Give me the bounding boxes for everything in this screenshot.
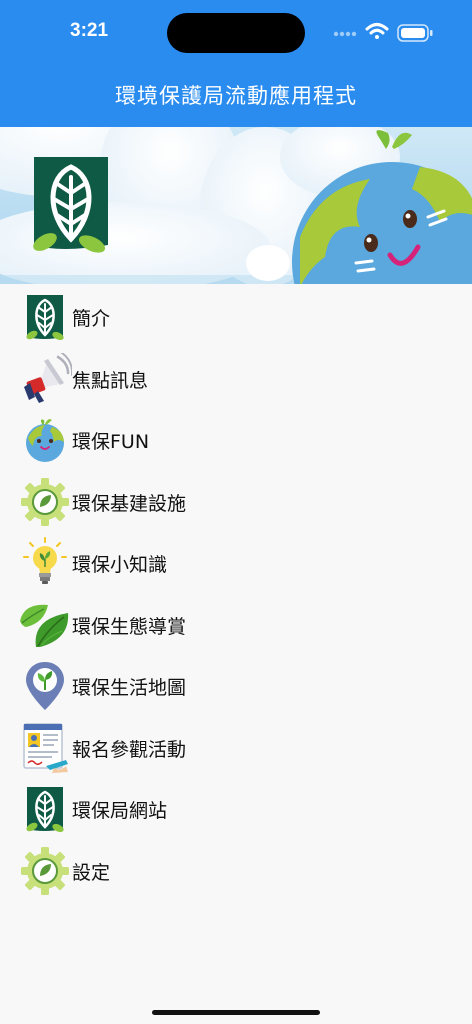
menu-item-label: 環保基建設施	[72, 492, 187, 515]
menu-item-intro[interactable]: 簡介	[0, 286, 472, 348]
menu-item-label: 環保生活地圖	[72, 677, 187, 699]
menu-item-fun[interactable]: 環保FUN	[0, 409, 472, 471]
page-title: 環境保護局流動應用程式	[115, 84, 357, 108]
status-time: 3:21	[70, 20, 109, 41]
menu-item-settings[interactable]: 設定	[0, 840, 472, 902]
epd-logo-icon	[26, 787, 64, 833]
settings-gear-icon	[21, 846, 69, 895]
menu-item-eco-map[interactable]: 環保生活地圖	[0, 655, 472, 717]
status-icons	[333, 23, 433, 42]
menu-item-news[interactable]: 焦點訊息	[0, 348, 472, 410]
wifi-icon	[365, 23, 389, 39]
header-bar: 3:21 環境保護局流動應用程式	[0, 0, 472, 127]
megaphone-icon	[24, 352, 72, 403]
menu-item-label: 報名參觀活動	[72, 738, 187, 761]
map-pin-icon	[26, 662, 64, 710]
menu-item-epd-website[interactable]: 環保局網站	[0, 778, 472, 840]
banner-image	[0, 127, 472, 284]
menu-item-knowledge[interactable]: 環保小知識	[0, 532, 472, 594]
leaf-icon	[20, 604, 69, 647]
gear-leaf-icon	[21, 477, 69, 526]
dynamic-island	[167, 13, 305, 53]
epd-logo-icon	[26, 295, 64, 341]
main-menu: 簡介 焦點訊息 環保FUN 環保基建設施 環保小知識 環保生態導賞 環保生活地圖…	[0, 286, 472, 901]
cellular-signal-icon	[333, 31, 357, 37]
menu-item-label: 簡介	[72, 308, 111, 330]
menu-item-label: 環保生態導賞	[72, 615, 187, 638]
registration-form-icon	[23, 722, 68, 773]
home-indicator[interactable]	[152, 1010, 320, 1015]
menu-item-label: 環保局網站	[72, 800, 168, 822]
lightbulb-icon	[23, 537, 67, 584]
epd-logo	[33, 157, 108, 253]
menu-item-label: 焦點訊息	[72, 369, 149, 392]
menu-item-label: 環保FUN	[72, 431, 150, 453]
app-screen: 3:21 環境保護局流動應用程式 簡介 焦點訊息 環保FUN 環保基建設施 環保…	[0, 0, 472, 1024]
menu-item-visit-registration[interactable]: 報名參觀活動	[0, 717, 472, 779]
menu-item-label: 環保小知識	[72, 554, 168, 576]
menu-item-facilities[interactable]: 環保基建設施	[0, 471, 472, 533]
menu-item-label: 設定	[72, 861, 111, 884]
battery-icon	[397, 24, 433, 42]
earth-icon	[26, 419, 64, 462]
menu-item-eco-tour[interactable]: 環保生態導賞	[0, 594, 472, 656]
